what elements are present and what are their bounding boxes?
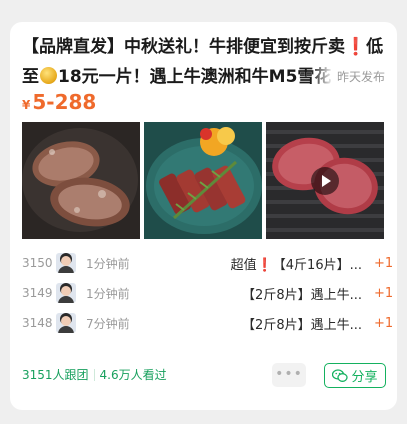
order-time: 7分钟前 [86, 316, 130, 331]
order-row: 3148 7分钟前 【2斤8片】遇上牛... +1 [22, 311, 394, 335]
order-number: 3148 [22, 316, 53, 330]
order-item-text: 【4斤16片】... [272, 257, 362, 273]
exclamation-icon: ❗ [345, 37, 367, 57]
price-value: 5-288 [32, 90, 97, 114]
order-row: 3150 1分钟前 超值❗【4斤16片】... +1 [22, 251, 394, 275]
title-text-3: 18元一片！遇上牛澳洲和牛M5雪花 [58, 67, 332, 87]
divider [93, 369, 95, 381]
money-bag-icon [40, 67, 57, 84]
order-number: 3149 [22, 286, 53, 300]
order-time: 1分钟前 [86, 286, 130, 301]
group-buy-card[interactable]: 【品牌直发】中秋送礼！牛排便宜到按斤卖❗低至 18元一片！遇上牛澳洲和牛M5雪花 … [10, 22, 397, 410]
steak-in-pan-photo[interactable] [22, 122, 140, 239]
grilled-steak-video[interactable] [266, 122, 384, 239]
photo-strip [22, 122, 384, 239]
order-quantity: +1 [374, 315, 394, 331]
order-item: 【2斤8片】遇上牛... [181, 314, 374, 333]
avatar [56, 313, 76, 333]
posted-time: 昨天发布 [310, 62, 397, 92]
more-button[interactable]: ••• [272, 363, 306, 387]
currency-symbol: ¥ [22, 98, 31, 112]
title-text: 【品牌直发】中秋送礼！牛排便宜到按斤卖 [22, 37, 345, 57]
order-quantity: +1 [374, 285, 394, 301]
sliced-steak-plate-photo[interactable] [144, 122, 262, 239]
wechat-icon [332, 368, 349, 383]
play-icon[interactable] [311, 167, 339, 195]
order-time: 1分钟前 [86, 256, 130, 271]
order-quantity: +1 [374, 255, 394, 271]
order-item-text: 【2斤8片】遇上牛... [242, 317, 362, 333]
exclamation-icon: ❗ [256, 257, 273, 273]
joined-count: 3151人跟团 [22, 368, 89, 382]
order-item-text: 【2斤8片】遇上牛... [242, 287, 362, 303]
view-count: 4.6万人看过 [99, 368, 167, 382]
order-item: 超值❗【4斤16片】... [181, 254, 374, 273]
share-button[interactable]: 分享 [324, 363, 386, 388]
order-item: 【2斤8片】遇上牛... [181, 284, 374, 303]
avatar [56, 253, 76, 273]
avatar [56, 283, 76, 303]
order-row: 3149 1分钟前 【2斤8片】遇上牛... +1 [22, 281, 394, 305]
order-item-prefix: 超值 [230, 257, 257, 273]
order-number: 3150 [22, 256, 53, 270]
group-stats: 3151人跟团 4.6万人看过 [22, 366, 167, 384]
share-label: 分享 [351, 370, 378, 385]
price-range: ¥5-288 [22, 88, 96, 119]
